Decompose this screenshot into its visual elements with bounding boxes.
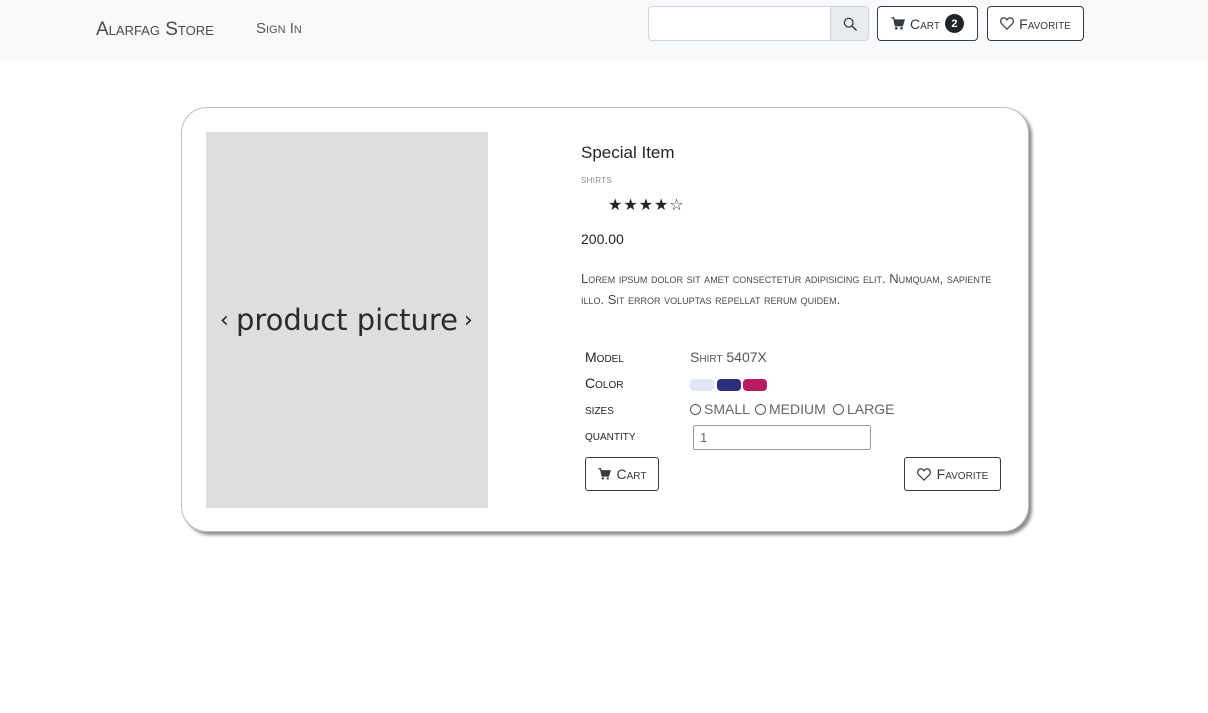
product-picture-placeholder: product picture — [235, 303, 459, 337]
heart-icon — [916, 467, 931, 481]
radio-icon[interactable] — [690, 403, 701, 415]
sign-in-link[interactable]: Sign In — [256, 20, 302, 37]
nav-cart-button[interactable]: Cart 2 — [877, 6, 978, 41]
add-to-cart-label: Cart — [616, 466, 647, 482]
product-description: Lorem ipsum dolor sit amet consectetur a… — [581, 271, 992, 307]
search-form — [648, 6, 869, 41]
add-to-favorite-label: Favorite — [936, 466, 989, 482]
carousel-prev-arrow[interactable]: ‹ — [220, 308, 229, 333]
radio-icon[interactable] — [833, 403, 844, 415]
carousel-next-arrow[interactable]: › — [464, 308, 473, 333]
cart-icon — [891, 17, 906, 30]
color-swatch-navy[interactable] — [717, 379, 741, 391]
product-category: shirts — [581, 172, 612, 186]
color-swatch-magenta[interactable] — [743, 379, 767, 391]
model-value: Shirt 5407X — [690, 349, 767, 365]
color-label: Color — [585, 375, 624, 391]
search-button[interactable] — [831, 6, 869, 41]
navbar: Alarfag Store Sign In Cart 2 Favorite — [0, 0, 1208, 61]
nav-cart-label: Cart — [910, 15, 940, 32]
brand-logo[interactable]: Alarfag Store — [96, 19, 214, 41]
heart-icon — [1000, 17, 1015, 30]
product-price: 200.00 — [581, 231, 624, 247]
radio-icon[interactable] — [755, 403, 766, 415]
quantity-input[interactable] — [693, 425, 871, 450]
add-to-cart-button[interactable]: Cart — [585, 457, 659, 491]
product-picture-carousel: ‹ product picture › — [206, 132, 488, 508]
sizes-label: sizes — [585, 401, 614, 417]
cart-icon — [598, 468, 611, 480]
search-input[interactable] — [648, 6, 831, 41]
product-title: Special Item — [581, 143, 675, 162]
size-medium-label: MEDIUM — [769, 401, 826, 417]
size-large-label: LARGE — [847, 401, 895, 417]
quantity-label: quantity — [585, 427, 636, 443]
size-option-medium[interactable]: MEDIUM — [755, 401, 826, 417]
add-to-favorite-button[interactable]: Favorite — [904, 457, 1001, 491]
search-icon — [843, 17, 857, 31]
nav-favorite-button[interactable]: Favorite — [987, 6, 1084, 41]
size-option-small[interactable]: SMALL — [690, 401, 750, 417]
nav-favorite-label: Favorite — [1019, 15, 1071, 32]
model-label: Model — [585, 349, 624, 365]
size-option-large[interactable]: LARGE — [833, 401, 894, 417]
size-small-label: SMALL — [704, 401, 750, 417]
rating-stars: ★★★★☆ — [608, 195, 685, 214]
color-swatch-light[interactable] — [690, 379, 714, 391]
cart-count-badge: 2 — [944, 14, 964, 33]
